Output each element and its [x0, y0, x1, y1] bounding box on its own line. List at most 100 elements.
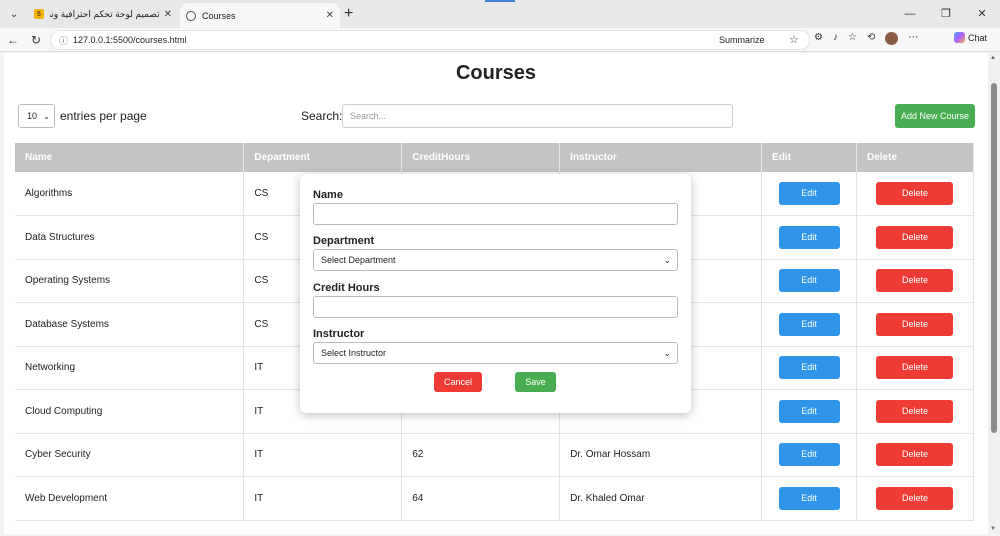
site-favicon-icon: 5 — [34, 9, 44, 19]
delete-button[interactable]: Delete — [876, 356, 954, 380]
instructor-select-value: Select Instructor — [321, 348, 387, 358]
search-label: Search: — [301, 109, 343, 123]
name-label: Name — [313, 189, 343, 201]
course-name-cell: Networking — [15, 346, 245, 390]
chat-button[interactable]: Chat — [954, 32, 987, 43]
department-select-value: Select Department — [321, 255, 396, 265]
edit-button[interactable]: Edit — [778, 486, 840, 510]
edit-button[interactable]: Edit — [778, 269, 840, 293]
chevron-down-icon: ⌄ — [43, 111, 50, 121]
entries-per-page-select[interactable]: 10 ⌄ — [18, 104, 55, 128]
page-content: Courses 10 ⌄ entries per page Search: Se… — [4, 53, 988, 534]
course-name-cell: Web Development — [15, 476, 245, 521]
edit-button[interactable]: Edit — [778, 312, 840, 336]
scroll-down-icon[interactable]: ▼ — [990, 526, 996, 532]
department-cell: IT — [243, 433, 403, 477]
credit-hours-label: Credit Hours — [313, 282, 380, 294]
edit-button[interactable]: Edit — [778, 443, 840, 467]
favorite-star-icon[interactable]: ☆ — [789, 33, 799, 46]
column-header: Delete — [856, 143, 975, 172]
course-name-cell: Cyber Security — [15, 433, 245, 477]
edit-cell: Edit — [761, 215, 857, 260]
close-window-icon[interactable]: ✕ — [964, 0, 1000, 28]
delete-cell: Delete — [856, 302, 975, 347]
scroll-up-icon[interactable]: ▲ — [990, 55, 996, 61]
profile-avatar[interactable] — [885, 32, 899, 45]
edit-button[interactable]: Edit — [778, 356, 840, 380]
globe-icon — [186, 10, 196, 21]
delete-button[interactable]: Delete — [876, 399, 954, 423]
copilot-icon — [954, 32, 965, 43]
favorites-icon[interactable]: ☆ — [848, 32, 857, 45]
tab-actions-chevron-icon[interactable]: ⌄ — [4, 4, 24, 24]
close-tab-icon[interactable]: ✕ — [326, 10, 334, 21]
delete-cell: Delete — [856, 346, 975, 390]
chevron-down-icon: ⌄ — [663, 347, 671, 358]
instructor-cell: Dr. Omar Hossam — [559, 433, 763, 477]
more-menu-icon[interactable]: ⋯ — [908, 32, 918, 45]
course-name-cell: Algorithms — [15, 172, 245, 216]
extensions-icon[interactable]: ⚙ — [814, 32, 823, 45]
scrollbar-thumb[interactable] — [991, 83, 997, 433]
address-bar: ← ↻ ⓘ 127.0.0.1:5500/courses.html Summar… — [0, 28, 1000, 52]
delete-button[interactable]: Delete — [876, 182, 954, 205]
page-scrollbar[interactable]: ▲ ▼ — [988, 53, 1000, 534]
edit-cell: Edit — [761, 476, 857, 521]
site-info-icon[interactable]: ⓘ — [59, 34, 68, 47]
delete-button[interactable]: Delete — [876, 312, 954, 336]
close-tab-icon[interactable]: ✕ — [164, 9, 172, 20]
edit-cell: Edit — [761, 433, 857, 477]
delete-cell: Delete — [856, 433, 975, 477]
column-header[interactable]: Instructor — [559, 143, 763, 172]
edit-cell: Edit — [761, 172, 857, 216]
credit-hours-input[interactable] — [313, 296, 678, 318]
course-name-cell: Data Structures — [15, 215, 245, 260]
url-field[interactable]: ⓘ 127.0.0.1:5500/courses.html Summarize … — [50, 30, 810, 50]
department-label: Department — [313, 235, 375, 247]
entries-label: entries per page — [60, 109, 147, 123]
edit-cell: Edit — [761, 259, 857, 303]
edit-button[interactable]: Edit — [778, 225, 840, 249]
maximize-icon[interactable]: ❐ — [928, 0, 964, 28]
chevron-down-icon: ⌄ — [663, 254, 671, 265]
media-icon[interactable]: ♪ — [833, 32, 838, 45]
history-icon[interactable]: ⟲ — [867, 32, 875, 45]
cancel-button[interactable]: Cancel — [434, 372, 482, 392]
delete-button[interactable]: Delete — [876, 269, 954, 293]
department-cell: IT — [243, 476, 403, 521]
new-tab-plus-icon[interactable]: + — [344, 5, 353, 23]
tab-strip-accent — [485, 0, 515, 2]
summarize-button[interactable]: Summarize — [719, 35, 765, 45]
table-row: Cyber Security IT 62 Dr. Omar Hossam Edit Del… — [15, 433, 975, 477]
delete-cell: Delete — [856, 172, 975, 216]
minimize-icon[interactable]: — — [892, 0, 928, 28]
entries-control: 10 ⌄ entries per page — [18, 104, 147, 128]
tab-title: تصميم لوحة تحكم احترافية ونظام إدا — [50, 8, 160, 19]
reload-icon[interactable]: ↻ — [27, 31, 45, 49]
delete-button[interactable]: Delete — [876, 486, 954, 510]
column-header[interactable]: Department — [243, 143, 403, 172]
search-input[interactable]: Search... — [342, 104, 733, 128]
instructor-select[interactable]: Select Instructor ⌄ — [313, 342, 678, 364]
table-header-row: Name Department CreditHours Instructor E… — [15, 143, 975, 172]
save-button[interactable]: Save — [515, 372, 556, 392]
delete-button[interactable]: Delete — [876, 443, 954, 467]
toolbar-icons: ⚙ ♪ ☆ ⟲ ⋯ — [814, 32, 918, 45]
department-select[interactable]: Select Department ⌄ — [313, 249, 678, 271]
course-form-modal: Name Department Select Department ⌄ Cred… — [300, 174, 691, 413]
add-new-course-button[interactable]: Add New Course — [895, 104, 975, 128]
delete-button[interactable]: Delete — [876, 225, 954, 249]
edit-cell: Edit — [761, 302, 857, 347]
column-header[interactable]: Name — [15, 143, 245, 172]
tab-dashboard[interactable]: 5 تصميم لوحة تحكم احترافية ونظام إدا ✕ — [28, 3, 178, 25]
name-input[interactable] — [313, 203, 678, 225]
tab-courses[interactable]: Courses ✕ — [180, 3, 340, 28]
delete-cell: Delete — [856, 259, 975, 303]
back-arrow-icon[interactable]: ← — [4, 31, 22, 49]
edit-cell: Edit — [761, 389, 857, 434]
edit-button[interactable]: Edit — [778, 399, 840, 423]
instructor-label: Instructor — [313, 328, 365, 340]
column-header[interactable]: CreditHours — [401, 143, 561, 172]
instructor-cell: Dr. Khaled Omar — [559, 476, 763, 521]
edit-button[interactable]: Edit — [778, 182, 840, 205]
